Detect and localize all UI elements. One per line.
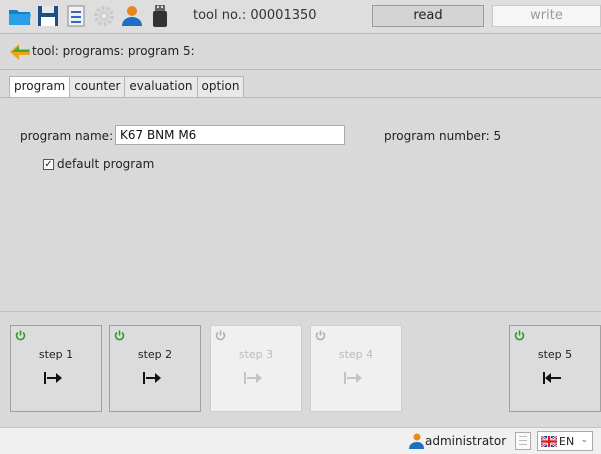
folder-open-icon[interactable] (8, 4, 32, 28)
step-label: step 4 (338, 348, 374, 361)
program-name-input[interactable] (115, 125, 345, 145)
power-on-icon[interactable] (14, 329, 27, 342)
arrow-right-icon (43, 370, 63, 386)
write-button[interactable]: write (492, 5, 601, 27)
tab-program[interactable]: program (9, 76, 71, 98)
breadcrumb-text: tool: programs: program 5: (32, 44, 195, 58)
tab-panel-border (0, 97, 601, 98)
document-icon[interactable] (515, 432, 531, 450)
power-off-icon[interactable] (214, 329, 227, 342)
tab-evaluation[interactable]: evaluation (124, 76, 198, 97)
tab-option[interactable]: option (196, 76, 245, 97)
tab-counter[interactable]: counter (69, 76, 126, 97)
user-icon[interactable] (120, 4, 144, 28)
arrow-right-icon (343, 370, 363, 386)
program-name-label: program name: (20, 129, 114, 143)
arrow-right-icon (142, 370, 162, 386)
step-4-button[interactable]: step 4 (310, 325, 402, 412)
header-divider (0, 69, 601, 70)
power-off-icon[interactable] (314, 329, 327, 342)
uk-flag-icon (541, 436, 557, 447)
user-name: administrator (425, 434, 507, 448)
step-label: step 1 (38, 348, 74, 361)
usb-drive-icon[interactable] (148, 4, 172, 28)
step-1-button[interactable]: step 1 (10, 325, 102, 412)
settings-gear-icon[interactable] (92, 4, 116, 28)
back-arrow-icon[interactable] (9, 41, 31, 63)
print-icon[interactable] (64, 4, 88, 28)
program-number: program number: 5 (384, 129, 502, 143)
power-on-icon[interactable] (513, 329, 526, 342)
arrow-left-icon (542, 370, 562, 386)
default-program-label: default program (57, 157, 155, 171)
read-button[interactable]: read (372, 5, 484, 27)
save-icon[interactable] (36, 4, 60, 28)
status-bar: administrator EN ⌄ (0, 427, 601, 454)
chevron-down-icon: ⌄ (580, 435, 588, 445)
language-select[interactable]: EN ⌄ (537, 431, 593, 451)
step-label: step 5 (537, 348, 573, 361)
toolbar: tool no.: 00001350 read write (0, 0, 601, 34)
step-2-button[interactable]: step 2 (109, 325, 201, 412)
breadcrumb: tool: programs: program 5: (0, 39, 601, 65)
step-label: step 2 (137, 348, 173, 361)
language-value: EN (559, 435, 575, 448)
steps-divider (0, 311, 601, 312)
step-label: step 3 (238, 348, 274, 361)
user-icon (408, 433, 424, 449)
step-3-button[interactable]: step 3 (210, 325, 302, 412)
default-program-checkbox[interactable]: ✓ (43, 158, 54, 170)
tab-bar: program counter evaluation option (9, 76, 245, 98)
step-5-button[interactable]: step 5 (509, 325, 601, 412)
power-on-icon[interactable] (113, 329, 126, 342)
arrow-right-icon (243, 370, 263, 386)
default-program-row[interactable]: ✓ default program (43, 157, 154, 171)
tool-number: tool no.: 00001350 (193, 8, 317, 23)
